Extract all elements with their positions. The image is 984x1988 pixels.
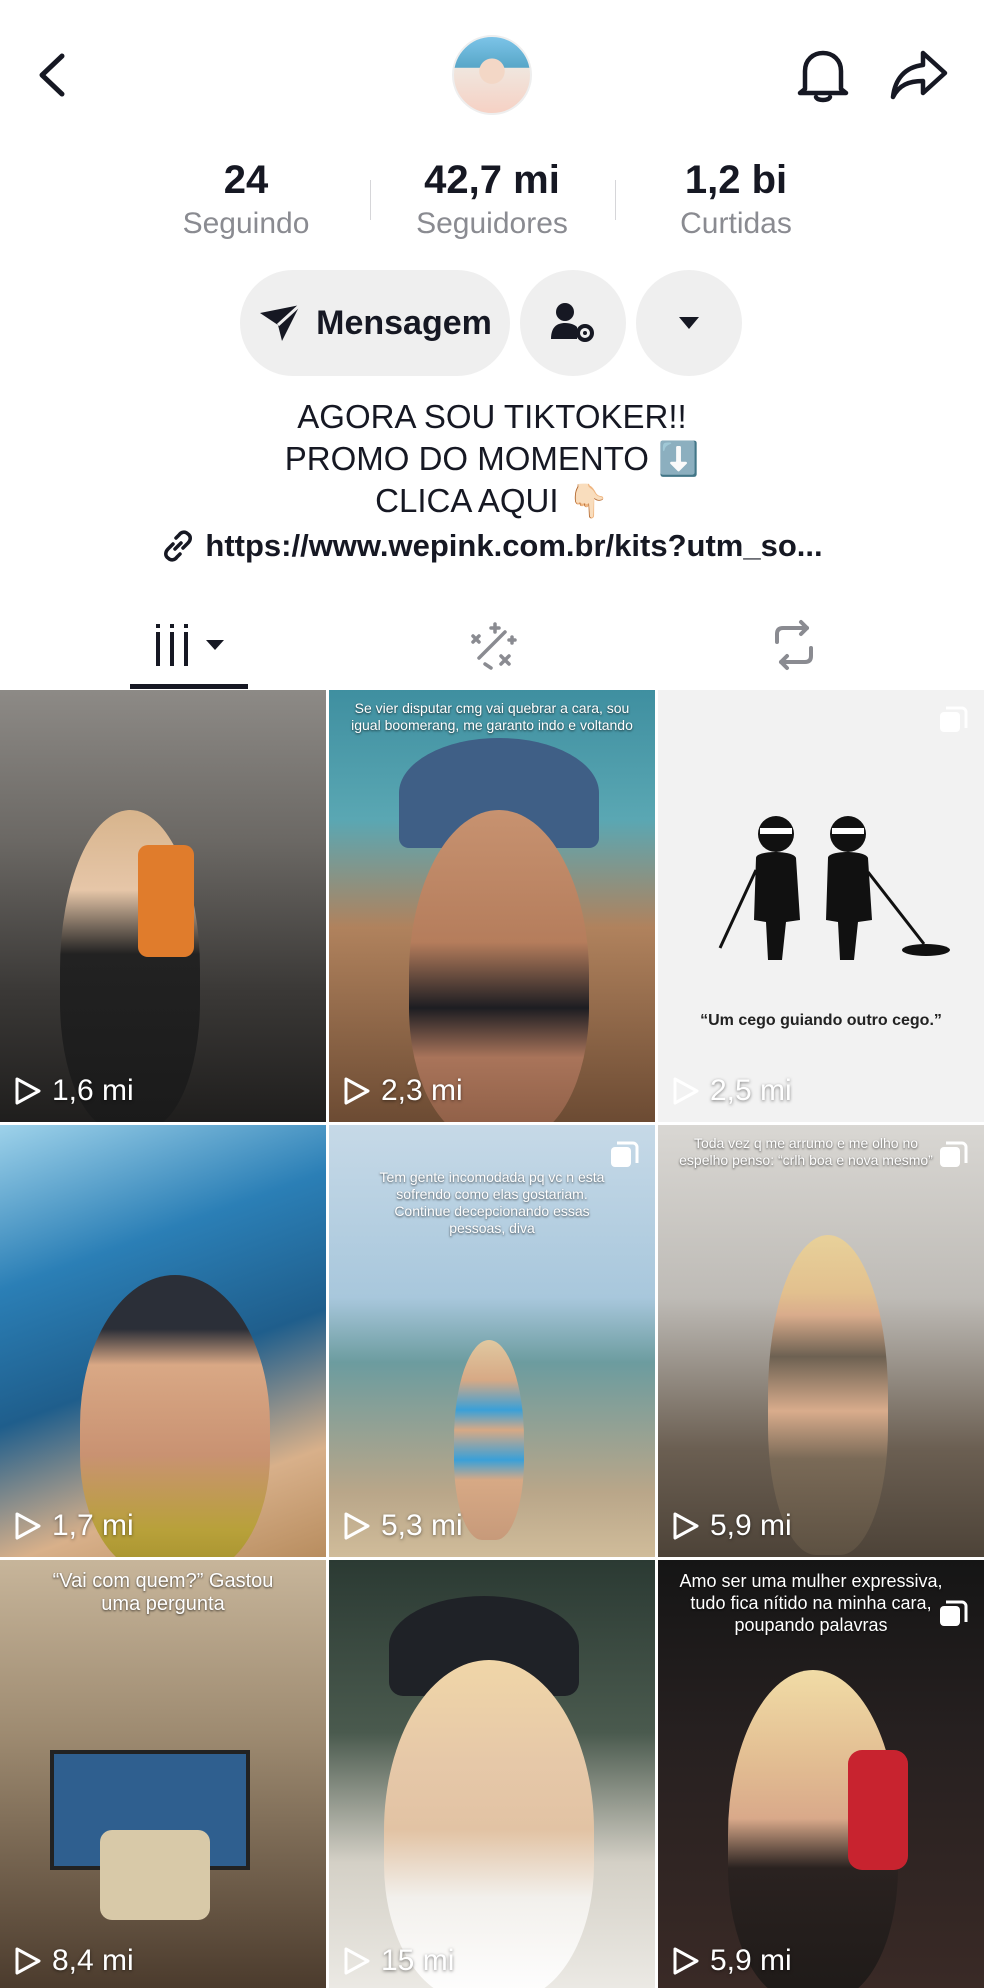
profile-stats: 24 Seguindo 42,7 mi Seguidores 1,2 bi Cu… [0, 155, 984, 245]
tumbler-prop [848, 1750, 908, 1870]
photo-carousel-icon [611, 1141, 639, 1167]
bag-prop [100, 1830, 210, 1920]
play-icon [673, 1947, 699, 1975]
view-count: 5,9 mi [672, 1509, 792, 1543]
view-count: 5,9 mi [672, 1944, 792, 1978]
photo-carousel-icon [940, 706, 968, 732]
view-count: 1,7 mi [14, 1509, 134, 1543]
stat-divider [615, 180, 616, 220]
view-count-text: 1,7 mi [52, 1509, 134, 1542]
avatar[interactable] [452, 35, 532, 115]
view-count-text: 5,3 mi [381, 1509, 463, 1542]
thumbnail-subject [384, 1660, 594, 1988]
play-icon [15, 1077, 41, 1105]
view-count: 5,3 mi [343, 1509, 463, 1543]
video-tile[interactable]: Tem gente incomodada pq vc n esta sofren… [329, 1125, 655, 1557]
video-tile[interactable]: 15 mi [329, 1560, 655, 1988]
view-count-text: 1,6 mi [52, 1074, 134, 1107]
sparkle-icon [471, 622, 517, 670]
bio-line: CLICA AQUI 👇🏻 [375, 482, 609, 519]
profile-actions: Mensagem [0, 270, 984, 376]
share-button[interactable] [884, 40, 954, 110]
video-tile[interactable]: Se vier disputar cmg vai quebrar a cara,… [329, 690, 655, 1122]
bio-link[interactable]: https://www.wepink.com.br/kits?utm_so... [0, 528, 984, 564]
followers-label: Seguidores [416, 207, 568, 240]
play-icon [15, 1947, 41, 1975]
view-count: 8,4 mi [14, 1944, 134, 1978]
play-icon [344, 1077, 370, 1105]
view-count-text: 2,3 mi [381, 1074, 463, 1107]
video-caption: Tem gente incomodada pq vc n esta sofren… [379, 1169, 605, 1236]
view-count: 15 mi [343, 1944, 454, 1978]
thumbnail-subject [768, 1235, 888, 1555]
chevron-left-icon [39, 53, 65, 97]
view-count-text: 8,4 mi [52, 1944, 134, 1977]
play-icon [15, 1512, 41, 1540]
caret-down-icon [679, 317, 699, 329]
video-tile[interactable]: Amo ser uma mulher expressiva, tudo fica… [658, 1560, 984, 1988]
play-icon [673, 1512, 699, 1540]
tab-favorites[interactable] [392, 600, 592, 690]
play-icon [344, 1947, 370, 1975]
followers-count: 42,7 mi [424, 158, 560, 202]
view-count-text: 5,9 mi [710, 1509, 792, 1542]
bio-line: PROMO DO MOMENTO ⬇️ [284, 440, 700, 477]
view-count: 2,3 mi [343, 1074, 463, 1108]
video-caption: Amo ser uma mulher expressiva, tudo fica… [679, 1571, 943, 1635]
tab-reposts[interactable] [694, 600, 894, 690]
view-count-text: 2,5 mi [710, 1074, 792, 1107]
video-caption: “Vai com quem?” Gastou uma pergunta [52, 1570, 274, 1615]
likes-label: Curtidas [680, 207, 792, 240]
back-button[interactable] [22, 40, 82, 110]
tab-videos[interactable] [90, 600, 290, 690]
play-icon [673, 1077, 699, 1105]
video-caption: Toda vez q me arrumo e me olho no espelh… [679, 1135, 933, 1168]
active-tab-indicator [130, 684, 248, 689]
thumbnail-subject [454, 1340, 524, 1540]
view-count: 2,5 mi [672, 1074, 792, 1108]
video-tile[interactable]: “Vai com quem?” Gastou uma pergunta 8,4 … [0, 1560, 326, 1988]
video-tile[interactable]: 1,6 mi [0, 690, 326, 1122]
bio-link-text: https://www.wepink.com.br/kits?utm_so... [205, 528, 823, 563]
video-tile[interactable]: “Um cego guiando outro cego.” 2,5 mi [658, 690, 984, 1122]
video-tile[interactable]: Toda vez q me arrumo e me olho no espelh… [658, 1125, 984, 1557]
two-figures-illustration [718, 816, 950, 960]
likes-count: 1,2 bi [684, 158, 788, 202]
message-label: Mensagem [316, 303, 492, 342]
follow-settings-button[interactable] [520, 270, 626, 376]
view-count: 1,6 mi [14, 1074, 134, 1108]
content-tabs [0, 600, 984, 690]
video-caption: “Um cego guiando outro cego.” [700, 1012, 942, 1029]
bio-line: AGORA SOU TIKTOKER!! [297, 398, 687, 435]
share-arrow-icon [890, 50, 948, 100]
video-tile[interactable]: 1,7 mi [0, 1125, 326, 1557]
view-count-text: 15 mi [381, 1944, 455, 1977]
send-icon [260, 303, 302, 341]
stat-likes[interactable]: 1,2 bi Curtidas [636, 155, 836, 243]
grid-videos-icon [156, 624, 224, 666]
stat-divider [370, 180, 371, 220]
video-caption: Se vier disputar cmg vai quebrar a cara,… [351, 700, 633, 733]
following-label: Seguindo [182, 207, 310, 240]
profile-bio: AGORA SOU TIKTOKER!! PROMO DO MOMENTO ⬇️… [0, 396, 984, 522]
repost-icon [775, 620, 813, 670]
bell-icon [797, 50, 849, 103]
view-count-text: 5,9 mi [710, 1944, 792, 1977]
stat-following[interactable]: 24 Seguindo [146, 155, 346, 243]
phone-prop [138, 845, 194, 957]
notification-button[interactable] [788, 40, 858, 110]
user-settings-icon [551, 303, 594, 342]
following-count: 24 [223, 158, 269, 202]
video-grid: 1,6 mi Se vier disputar cmg vai quebrar … [0, 690, 984, 1988]
top-bar [0, 0, 984, 150]
link-icon [164, 530, 193, 562]
more-options-button[interactable] [636, 270, 742, 376]
stat-followers[interactable]: 42,7 mi Seguidores [392, 155, 592, 243]
play-icon [344, 1512, 370, 1540]
message-button[interactable]: Mensagem [240, 270, 510, 376]
